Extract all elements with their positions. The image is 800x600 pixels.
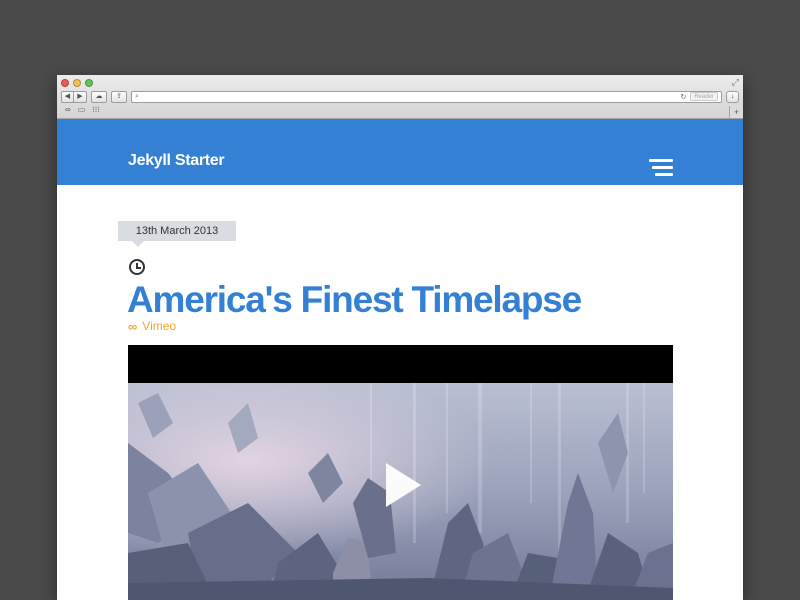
- post-title[interactable]: America's Finest Timelapse: [127, 277, 582, 323]
- link-icon: ∞: [128, 318, 138, 334]
- site-header: Jekyll Starter: [57, 119, 743, 185]
- browser-titlebar: ⤢ ◀ ▶ ☁ ⇪ ⌕ ↻ Reader ↓ ∞ ▭ ⁝⁝⁝ +: [57, 75, 743, 119]
- hamburger-icon[interactable]: [649, 159, 673, 177]
- clock-icon: [129, 259, 145, 275]
- minimize-window-button[interactable]: [73, 79, 81, 87]
- browser-window: ⤢ ◀ ▶ ☁ ⇪ ⌕ ↻ Reader ↓ ∞ ▭ ⁝⁝⁝ + Jekyll …: [57, 75, 743, 600]
- video-player[interactable]: [128, 345, 673, 600]
- play-icon[interactable]: [386, 463, 421, 507]
- fullscreen-icon[interactable]: ⤢: [732, 77, 739, 87]
- window-controls: [61, 79, 93, 87]
- bookmarks-bar: ∞ ▭ ⁝⁝⁝: [65, 105, 100, 115]
- forward-icon[interactable]: ▶: [74, 90, 87, 103]
- reader-button[interactable]: Reader: [690, 92, 718, 101]
- post-content: 13th March 2013 America's Finest Timelap…: [57, 185, 743, 600]
- close-window-button[interactable]: [61, 79, 69, 87]
- back-icon[interactable]: ◀: [61, 90, 74, 103]
- top-sites-icon[interactable]: ⁝⁝⁝: [92, 105, 100, 115]
- post-date: 13th March 2013: [118, 221, 236, 247]
- reload-icon[interactable]: ↻: [680, 93, 686, 101]
- new-tab-button[interactable]: +: [729, 106, 743, 118]
- maximize-window-button[interactable]: [85, 79, 93, 87]
- reading-list-icon[interactable]: ∞: [65, 105, 71, 115]
- search-icon: ⌕: [135, 92, 139, 100]
- post-source[interactable]: ∞ Vimeo: [128, 319, 176, 333]
- browser-toolbar: ◀ ▶ ☁ ⇪ ⌕ ↻ Reader ↓: [61, 90, 739, 103]
- source-label[interactable]: Vimeo: [142, 319, 176, 333]
- cloud-icon[interactable]: ☁: [91, 90, 107, 103]
- download-icon[interactable]: ↓: [726, 90, 739, 103]
- site-title[interactable]: Jekyll Starter: [128, 152, 225, 170]
- bookmarks-icon[interactable]: ▭: [78, 105, 86, 115]
- nav-buttons: ◀ ▶: [61, 90, 87, 103]
- share-icon[interactable]: ⇪: [111, 90, 127, 103]
- address-bar[interactable]: ⌕ ↻ Reader: [131, 90, 722, 103]
